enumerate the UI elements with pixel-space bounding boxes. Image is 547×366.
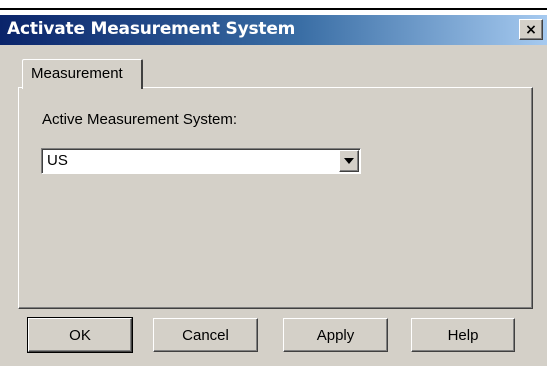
measurement-system-label: Active Measurement System: xyxy=(42,111,238,128)
chevron-down-icon[interactable] xyxy=(339,150,359,172)
apply-button[interactable]: Apply xyxy=(283,318,388,352)
close-icon: × xyxy=(525,21,537,38)
dialog-body: Measurement Active Measurement System: U… xyxy=(0,45,547,366)
tab-label: Measurement xyxy=(31,65,123,82)
ok-button[interactable]: OK xyxy=(27,317,133,353)
tab-panel: Active Measurement System: US xyxy=(18,87,533,309)
title-bar: Activate Measurement System × xyxy=(0,15,547,45)
window-title: Activate Measurement System xyxy=(7,19,296,39)
cancel-button[interactable]: Cancel xyxy=(153,318,258,352)
help-button[interactable]: Help xyxy=(411,318,515,352)
tab-measurement[interactable]: Measurement xyxy=(22,59,143,89)
top-edge-divider xyxy=(0,0,547,10)
dropdown-selected-value: US xyxy=(47,152,68,169)
measurement-system-dropdown[interactable]: US xyxy=(41,148,361,174)
close-button[interactable]: × xyxy=(519,19,543,40)
